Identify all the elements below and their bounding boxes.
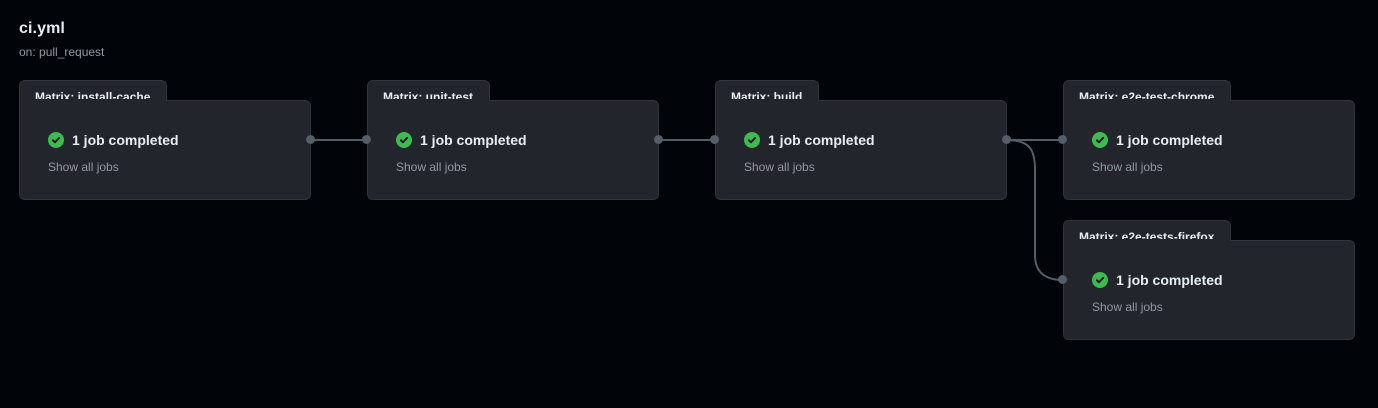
job-card[interactable]: 1 job completed Show all jobs (19, 100, 311, 200)
tab-seam (1064, 239, 1230, 242)
tab-seam (368, 99, 489, 102)
job-install-cache[interactable]: Matrix: install-cache 1 job completed Sh… (19, 80, 311, 200)
job-card[interactable]: 1 job completed Show all jobs (367, 100, 659, 200)
job-build[interactable]: Matrix: build 1 job completed Show all j… (715, 80, 1007, 200)
job-status-text: 1 job completed (1116, 132, 1223, 148)
show-all-jobs-link[interactable]: Show all jobs (396, 160, 467, 174)
check-circle-icon (1092, 132, 1108, 148)
check-circle-icon (1092, 272, 1108, 288)
job-input-port (362, 135, 371, 144)
job-card[interactable]: 1 job completed Show all jobs (1063, 100, 1355, 200)
workflow-trigger: on: pull_request (19, 45, 105, 59)
job-input-port (1058, 275, 1067, 284)
job-output-port (654, 135, 663, 144)
job-output-port (1002, 135, 1011, 144)
job-status: 1 job completed (1092, 132, 1223, 148)
job-status-text: 1 job completed (72, 132, 179, 148)
show-all-jobs-link[interactable]: Show all jobs (48, 160, 119, 174)
job-input-port (710, 135, 719, 144)
job-card[interactable]: 1 job completed Show all jobs (715, 100, 1007, 200)
job-status: 1 job completed (1092, 272, 1223, 288)
workflow-graph: ci.yml on: pull_request Matrix: install-… (0, 0, 1378, 408)
job-e2e-tests-firefox[interactable]: Matrix: e2e-tests-firefox 1 job complete… (1063, 220, 1355, 340)
job-connectors (311, 139, 1064, 281)
check-circle-icon (396, 132, 412, 148)
job-status-text: 1 job completed (768, 132, 875, 148)
show-all-jobs-link[interactable]: Show all jobs (1092, 300, 1163, 314)
job-output-port (306, 135, 315, 144)
check-circle-icon (744, 132, 760, 148)
tab-seam (716, 99, 818, 102)
job-status: 1 job completed (396, 132, 527, 148)
job-status: 1 job completed (48, 132, 179, 148)
job-status-text: 1 job completed (1116, 272, 1223, 288)
job-status-text: 1 job completed (420, 132, 527, 148)
job-status: 1 job completed (744, 132, 875, 148)
tab-seam (1064, 99, 1230, 102)
show-all-jobs-link[interactable]: Show all jobs (1092, 160, 1163, 174)
tab-seam (20, 99, 166, 102)
show-all-jobs-link[interactable]: Show all jobs (744, 160, 815, 174)
job-card[interactable]: 1 job completed Show all jobs (1063, 240, 1355, 340)
workflow-file-name: ci.yml (19, 20, 65, 37)
job-input-port (1058, 135, 1067, 144)
connector-build-e2e-firefox (1006, 139, 1064, 281)
job-e2e-test-chrome[interactable]: Matrix: e2e-test-chrome 1 job completed … (1063, 80, 1355, 200)
job-unit-test[interactable]: Matrix: unit-test 1 job completed Show a… (367, 80, 659, 200)
check-circle-icon (48, 132, 64, 148)
